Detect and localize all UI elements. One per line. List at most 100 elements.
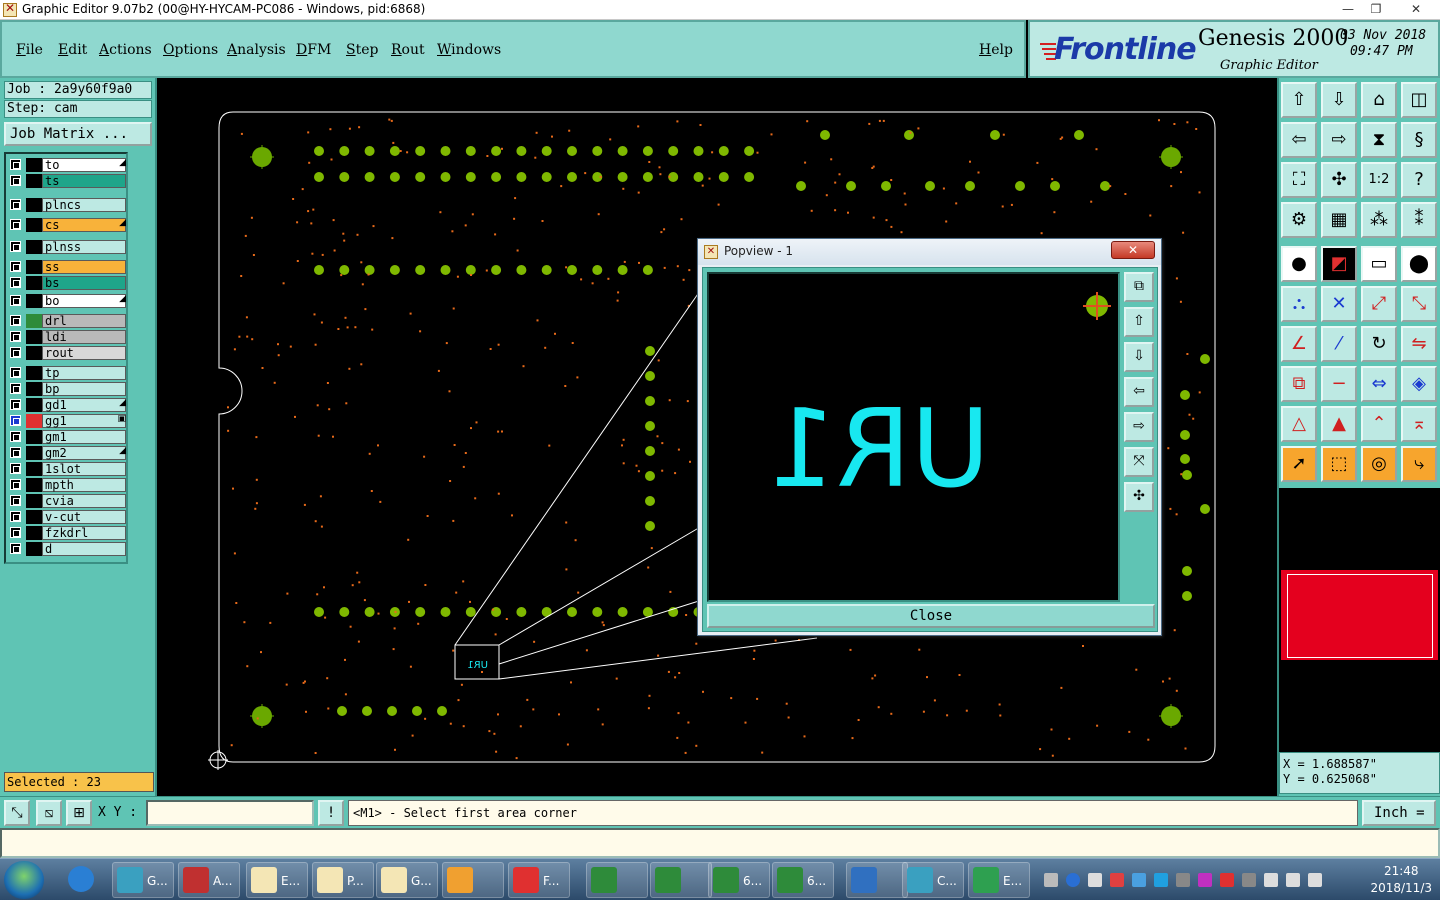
popview-pan-right-icon[interactable]: ⇨ — [1124, 412, 1154, 442]
measure-icon[interactable]: ⚙ — [1281, 202, 1317, 238]
pad-add-icon[interactable]: ● — [1281, 246, 1317, 282]
popview-pan-down-icon[interactable]: ⇩ — [1124, 342, 1154, 372]
cross-icon[interactable]: ✕ — [1321, 286, 1357, 322]
layer-name[interactable]: ts — [42, 174, 126, 188]
taskbar-item[interactable]: F... — [508, 862, 570, 898]
zoom-fit-icon[interactable]: ⛶ — [1281, 162, 1317, 198]
start-button[interactable] — [4, 861, 44, 899]
layer-checkbox[interactable] — [10, 447, 21, 458]
taskbar-item[interactable] — [442, 862, 504, 898]
menu-rout[interactable]: Rout — [391, 42, 425, 58]
tray-app-6-icon[interactable] — [1220, 873, 1234, 887]
tray-app-2-icon[interactable] — [1132, 873, 1146, 887]
shapes-icon[interactable]: ◈ — [1401, 366, 1437, 402]
tray-expand-icon[interactable] — [1088, 873, 1102, 887]
layer-checkbox[interactable] — [10, 315, 21, 326]
flag-icon[interactable] — [1286, 873, 1300, 887]
layer-name[interactable]: cs — [42, 218, 126, 232]
layer-name[interactable]: v-cut — [42, 510, 126, 524]
menu-help[interactable]: Help — [979, 42, 1013, 58]
menu-actions[interactable]: Actions — [99, 42, 152, 58]
pan-right-icon[interactable]: ⇨ — [1321, 122, 1357, 158]
layer-checkbox[interactable] — [10, 219, 21, 230]
job-matrix-button[interactable]: Job Matrix ... — [4, 122, 152, 146]
layer-checkbox[interactable] — [10, 261, 21, 272]
layer-checkbox[interactable] — [10, 463, 21, 474]
tray-app-3-icon[interactable] — [1154, 873, 1168, 887]
connect-icon[interactable]: ⤢ — [1361, 286, 1397, 322]
layer-name[interactable]: gd1 — [42, 398, 126, 412]
layer-row-gg1[interactable]: gg1 ▣ — [8, 414, 128, 428]
layer-name[interactable]: gm2 — [42, 446, 126, 460]
connect-alt-icon[interactable]: ⤡ — [1401, 286, 1437, 322]
layer-row-ss[interactable]: ss — [8, 260, 128, 274]
taskbar-item[interactable]: 6... — [772, 862, 834, 898]
rotate-icon[interactable]: ↻ — [1361, 326, 1397, 362]
home-icon[interactable]: ⌂ — [1361, 82, 1397, 118]
taskbar-item[interactable]: A... — [178, 862, 240, 898]
layer-name[interactable]: 1slot — [42, 462, 126, 476]
help-query-icon[interactable]: ? — [1401, 162, 1437, 198]
layer-name[interactable]: bp — [42, 382, 126, 396]
layer-row-gd1[interactable]: gd1 ◢ — [8, 398, 128, 412]
menu-analysis[interactable]: Analysis — [227, 42, 286, 58]
layer-name[interactable]: tp — [42, 366, 126, 380]
minimize-button[interactable]: — — [1334, 0, 1362, 18]
slash-icon[interactable]: ⁄ — [1321, 326, 1357, 362]
board-overview-map[interactable] — [1279, 568, 1440, 662]
layer-row-cs[interactable]: cs ◢ — [8, 218, 128, 232]
popview-close-x-button[interactable]: ✕ — [1111, 241, 1155, 259]
taskbar-item[interactable] — [846, 862, 908, 898]
arc-alt-icon[interactable]: ⌅ — [1401, 406, 1437, 442]
flip-icon[interactable]: ⇋ — [1401, 326, 1437, 362]
taskbar-clock[interactable]: 21:48 2018/11/3 — [1370, 863, 1432, 897]
layer-row-tp[interactable]: tp — [8, 366, 128, 380]
layer-row-gm2[interactable]: gm2 ◢ — [8, 446, 128, 460]
layer-name[interactable]: cvia — [42, 494, 126, 508]
pan-left-icon[interactable]: ⇦ — [1281, 122, 1317, 158]
layer-checkbox[interactable] — [10, 383, 21, 394]
layer-row-1slot[interactable]: 1slot — [8, 462, 128, 476]
taskbar-item[interactable] — [650, 862, 712, 898]
layer-row-mpth[interactable]: mpth — [8, 478, 128, 492]
layer-row-bp[interactable]: bp — [8, 382, 128, 396]
menu-file[interactable]: File — [16, 42, 43, 58]
layer-row-ts[interactable]: ts — [8, 174, 128, 188]
window-split-icon[interactable]: ◫ — [1401, 82, 1437, 118]
taskbar-item[interactable]: C... — [902, 862, 964, 898]
line-add-icon[interactable]: ◩ — [1321, 246, 1357, 282]
layer-checkbox[interactable] — [10, 277, 21, 288]
node-graph-icon[interactable]: ⛬ — [1281, 286, 1317, 322]
warning-icon[interactable]: ! — [318, 800, 344, 826]
layer-row-fzkdrl[interactable]: fzkdrl — [8, 526, 128, 540]
menu-edit[interactable]: Edit — [58, 42, 87, 58]
layer-name[interactable]: d — [42, 542, 126, 556]
minus-icon[interactable]: − — [1321, 366, 1357, 402]
close-window-button[interactable]: ✕ — [1396, 0, 1436, 18]
layer-row-plncs[interactable]: plncs — [8, 198, 128, 212]
popview-close-button[interactable]: Close — [707, 604, 1155, 628]
popview-zoom-in-icon[interactable]: ⤧ — [1124, 447, 1154, 477]
menu-options[interactable]: Options — [163, 42, 218, 58]
layer-name[interactable]: plncs — [42, 198, 126, 212]
layer-checkbox[interactable] — [10, 175, 21, 186]
layer-checkbox[interactable] — [10, 479, 21, 490]
layer-row-v-cut[interactable]: v-cut — [8, 510, 128, 524]
snake-icon[interactable]: § — [1401, 122, 1437, 158]
taskbar-item[interactable] — [586, 862, 648, 898]
layer-toggle-alt-icon[interactable]: ⁑ — [1401, 202, 1437, 238]
triangle-icon[interactable]: △ — [1281, 406, 1317, 442]
mirror-icon[interactable]: ⧗ — [1361, 122, 1397, 158]
copy-icon[interactable]: ⧉ — [1281, 366, 1317, 402]
tray-app-4-icon[interactable] — [1176, 873, 1190, 887]
taskbar-item[interactable]: E... — [246, 862, 308, 898]
popview-zoom-out-icon[interactable]: ✣ — [1124, 482, 1154, 512]
layer-checkbox[interactable] — [10, 199, 21, 210]
pan-up-icon[interactable]: ⇧ — [1281, 82, 1317, 118]
menu-dfm[interactable]: DFM — [296, 42, 331, 58]
network-icon[interactable] — [1264, 873, 1278, 887]
xy-input[interactable] — [146, 800, 314, 826]
layer-checkbox[interactable] — [10, 331, 21, 342]
layer-name[interactable]: bo — [42, 294, 126, 308]
layer-name[interactable]: fzkdrl — [42, 526, 126, 540]
